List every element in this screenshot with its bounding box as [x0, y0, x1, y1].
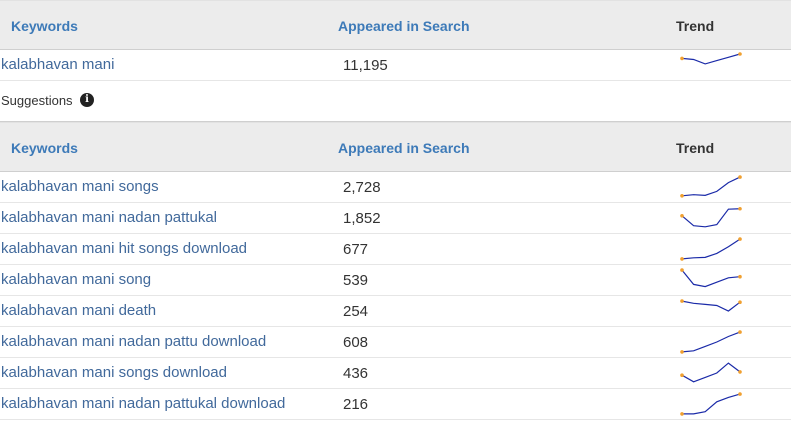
- header-trend: Trend: [676, 140, 715, 156]
- trend-end-dot: [738, 330, 742, 334]
- search-count: 436: [343, 365, 369, 382]
- trend-line: [681, 362, 741, 383]
- trend-sparkline: [680, 392, 742, 416]
- info-icon[interactable]: i: [80, 93, 94, 107]
- trend-sparkline: [680, 299, 742, 312]
- table-row: kalabhavan mani songs download 436: [0, 358, 791, 389]
- keyword-link[interactable]: kalabhavan mani nadan pattukal download: [1, 395, 285, 412]
- trend-start-dot: [680, 194, 684, 198]
- keyword-link[interactable]: kalabhavan mani hit songs download: [1, 240, 247, 257]
- trend-sparkline: [680, 175, 742, 198]
- trend-sparkline: [680, 268, 742, 288]
- keyword-link[interactable]: kalabhavan mani: [1, 56, 114, 73]
- keyword-table: Keywords Appeared in Search Trend kalabh…: [0, 0, 791, 420]
- main-table-header: Keywords Appeared in Search Trend: [0, 0, 791, 50]
- trend-sparkline: [680, 52, 742, 65]
- trend-start-dot: [680, 214, 684, 218]
- header-trend: Trend: [676, 18, 715, 34]
- trend-start-dot: [680, 299, 684, 303]
- trend-end-dot: [738, 237, 742, 241]
- search-count: 11,195: [343, 57, 388, 74]
- trend-start-dot: [680, 56, 684, 61]
- search-count: 1,852: [343, 210, 381, 227]
- header-appeared-in-search[interactable]: Appeared in Search: [338, 18, 470, 34]
- header-keywords[interactable]: Keywords: [11, 18, 78, 34]
- trend-end-dot: [738, 300, 742, 304]
- header-appeared-in-search[interactable]: Appeared in Search: [338, 140, 470, 156]
- trend-end-dot: [738, 52, 742, 56]
- trend-line: [681, 238, 741, 260]
- trend-line: [681, 208, 741, 228]
- trend-sparkline: [680, 330, 742, 354]
- trend-line: [681, 269, 741, 288]
- table-row: kalabhavan mani songs 2,728: [0, 172, 791, 203]
- trend-end-dot: [738, 274, 742, 279]
- trend-start-dot: [680, 268, 684, 272]
- table-row: kalabhavan mani nadan pattukal 1,852: [0, 203, 791, 234]
- search-count: 2,728: [343, 179, 381, 196]
- suggestions-label: Suggestions: [1, 93, 73, 108]
- trend-end-dot: [738, 370, 742, 374]
- trend-end-dot: [738, 175, 742, 179]
- trend-start-dot: [680, 350, 684, 354]
- table-row: kalabhavan mani nadan pattukal download 2…: [0, 389, 791, 420]
- trend-start-dot: [680, 412, 684, 416]
- main-keyword-row: kalabhavan mani 11,195: [0, 50, 791, 81]
- keyword-link[interactable]: kalabhavan mani death: [1, 302, 156, 319]
- search-count: 254: [343, 303, 369, 320]
- search-count: 608: [343, 334, 369, 351]
- search-count: 216: [343, 396, 369, 413]
- table-row: kalabhavan mani hit songs download 677: [0, 234, 791, 265]
- trend-line: [681, 300, 741, 312]
- keyword-link[interactable]: kalabhavan mani songs: [1, 178, 159, 195]
- trend-line: [681, 176, 741, 197]
- trend-start-dot: [680, 257, 684, 261]
- trend-line: [681, 331, 741, 353]
- trend-sparkline: [680, 362, 742, 383]
- search-count: 677: [343, 241, 369, 258]
- keyword-link[interactable]: kalabhavan mani nadan pattu download: [1, 333, 266, 350]
- keyword-link[interactable]: kalabhavan mani songs download: [1, 364, 227, 381]
- trend-line: [681, 53, 741, 65]
- keyword-link[interactable]: kalabhavan mani nadan pattukal: [1, 209, 217, 226]
- trend-line: [682, 393, 741, 415]
- trend-sparkline: [680, 206, 742, 228]
- search-count: 539: [343, 272, 369, 289]
- trend-start-dot: [680, 373, 684, 377]
- table-row: kalabhavan mani song 539: [0, 265, 791, 296]
- table-row: kalabhavan mani nadan pattu download 608: [0, 327, 791, 358]
- header-keywords[interactable]: Keywords: [11, 140, 78, 156]
- keyword-link[interactable]: kalabhavan mani song: [1, 271, 151, 288]
- suggestions-table-header: Keywords Appeared in Search Trend: [0, 122, 791, 172]
- suggestions-section: Suggestions i: [0, 81, 791, 122]
- trend-end-dot: [738, 206, 742, 211]
- trend-sparkline: [680, 237, 742, 261]
- table-row: kalabhavan mani death 254: [0, 296, 791, 327]
- suggestion-rows: kalabhavan mani songs 2,728 kalabhavan man…: [0, 172, 791, 420]
- trend-end-dot: [738, 392, 742, 396]
